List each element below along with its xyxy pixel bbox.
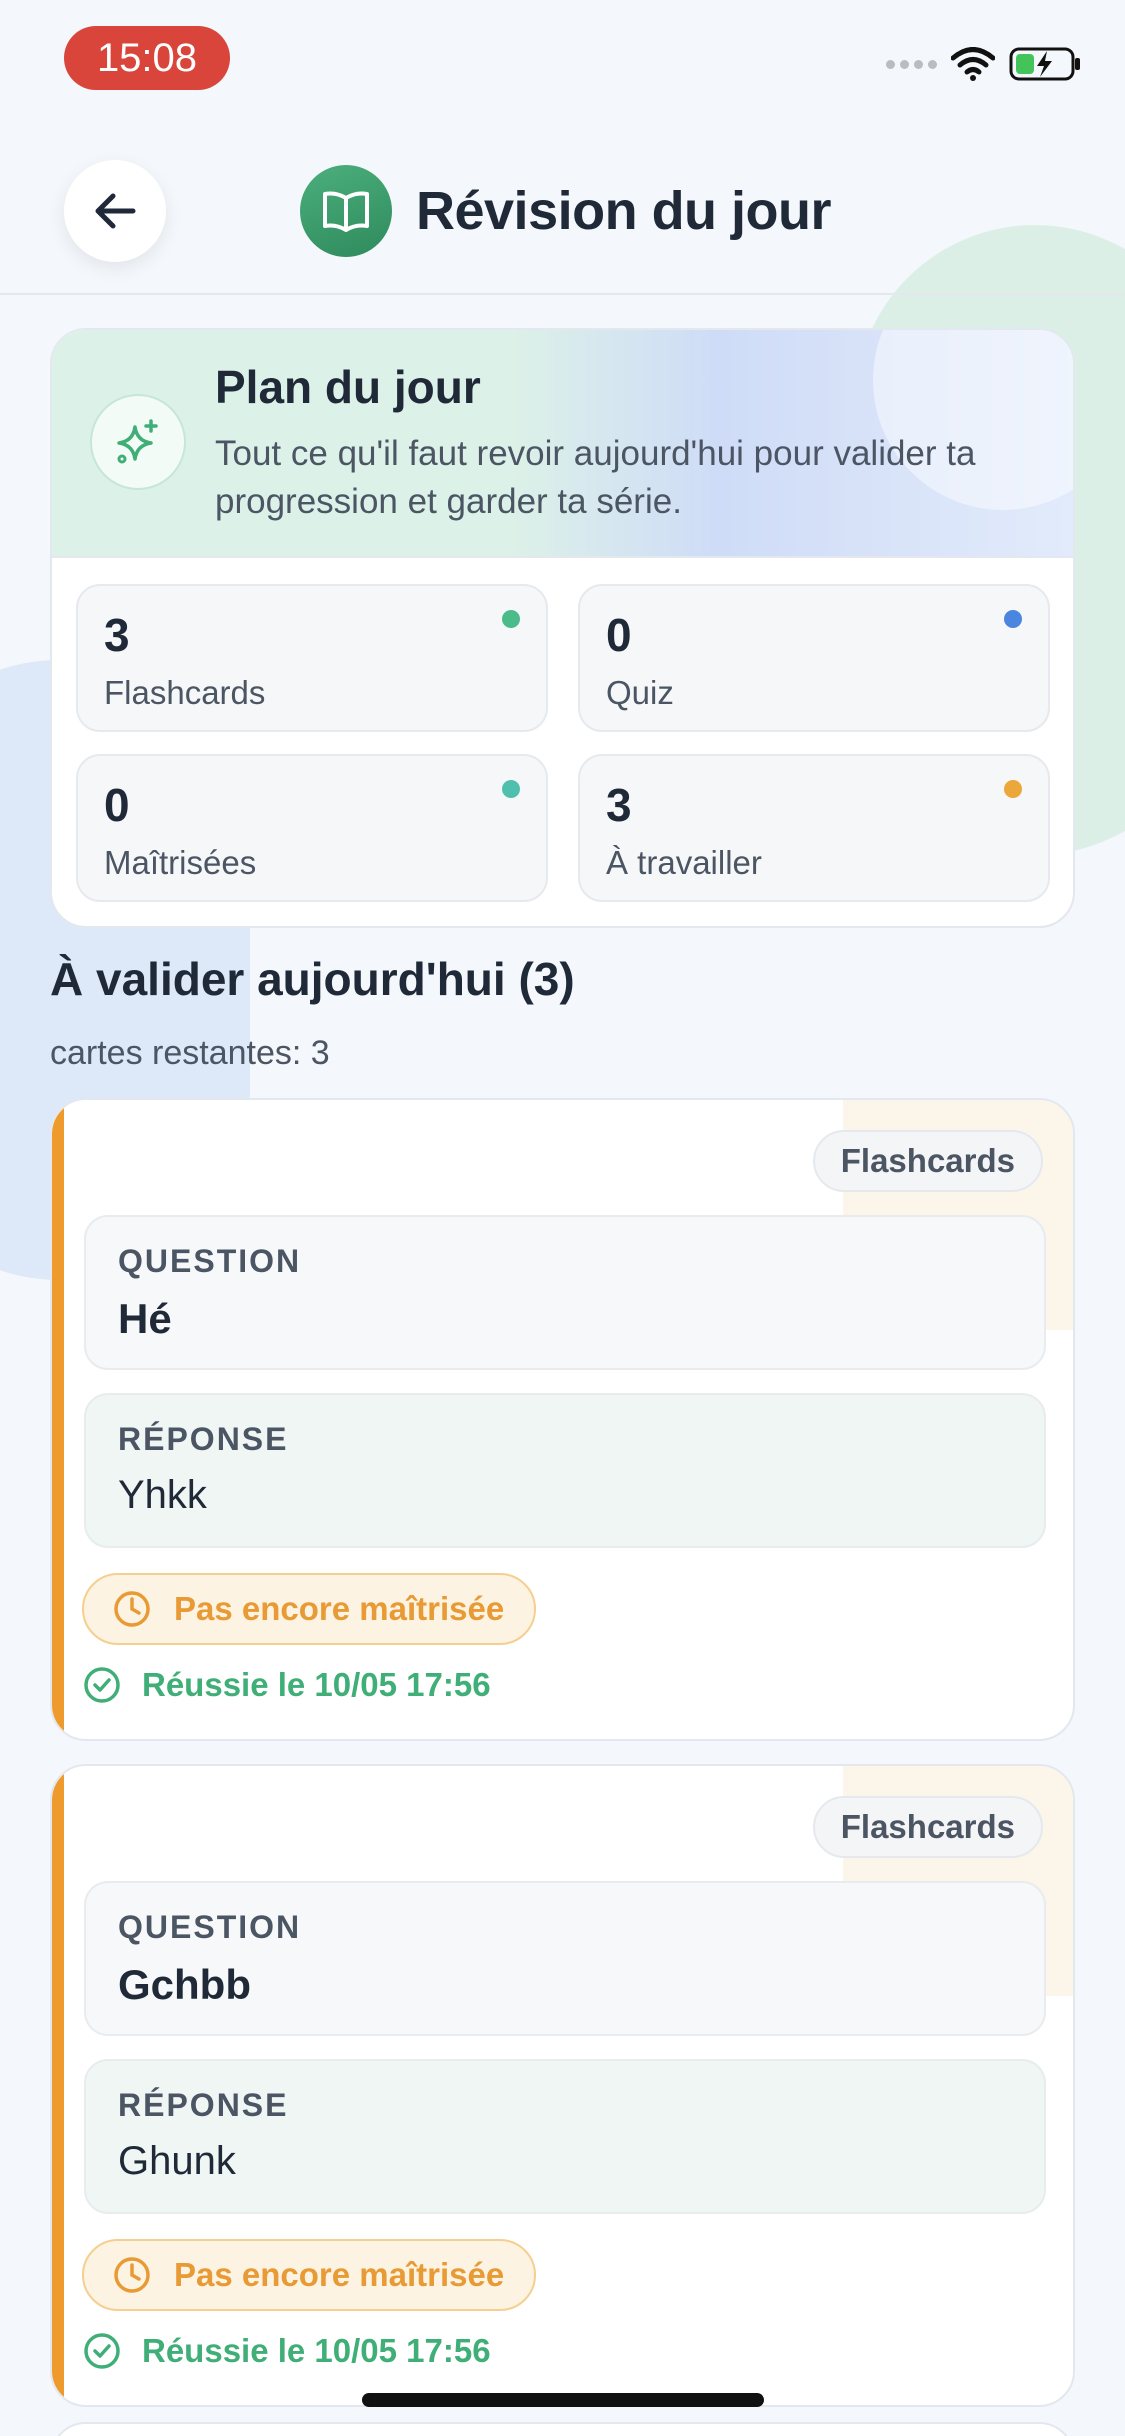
card-accent-bar — [52, 1766, 64, 2405]
question-box: QUESTION Gchbb — [84, 1881, 1046, 2036]
success-info: Réussie le 10/05 17:56 — [82, 2331, 491, 2371]
clock-icon — [114, 2257, 150, 2293]
header: Révision du jour — [0, 150, 1125, 295]
status-dot — [502, 780, 520, 798]
question-text: Hé — [118, 1295, 172, 1342]
stat-value: 0 — [104, 779, 130, 831]
status-dot — [1004, 780, 1022, 798]
stat-flashcards: 3 Flashcards — [76, 584, 548, 732]
signal-icon — [886, 59, 937, 69]
app-screen: 15:08 Révision du jour Plan du jour Tout… — [0, 0, 1125, 2436]
mastery-status-badge: Pas encore maîtrisée — [82, 2239, 537, 2311]
answer-box: RÉPONSE Yhkk — [84, 1393, 1046, 1548]
status-time: 15:08 — [64, 26, 230, 90]
status-dot — [1004, 610, 1022, 628]
arrow-left-icon — [95, 193, 136, 229]
check-circle-icon — [84, 1667, 120, 1703]
book-icon — [300, 165, 392, 257]
question-text: Gchbb — [118, 1961, 251, 2008]
status-dot — [502, 610, 520, 628]
type-badge: Flashcards — [812, 1796, 1043, 1858]
status-icons — [886, 46, 1083, 82]
battery-icon — [1009, 47, 1080, 81]
answer-label: RÉPONSE — [118, 1421, 289, 1457]
mastery-status-text: Pas encore maîtrisée — [174, 2256, 505, 2293]
mastery-status-badge: Pas encore maîtrisée — [82, 1573, 537, 1645]
plan-description: Tout ce qu'il faut revoir aujourd'hui po… — [215, 434, 976, 521]
answer-text: Yhkk — [118, 1473, 207, 1517]
success-text: Réussie le 10/05 17:56 — [142, 2332, 491, 2369]
section-title: À valider aujourd'hui (3) — [50, 953, 575, 1005]
review-card[interactable]: Flashcards QUESTION Hé RÉPONSE Yhkk Pas … — [50, 1098, 1075, 1741]
answer-label: RÉPONSE — [118, 2087, 289, 2123]
stat-value: 3 — [606, 779, 632, 831]
stat-label: Maîtrisées — [104, 844, 257, 881]
mastery-status-text: Pas encore maîtrisée — [174, 1590, 505, 1627]
question-box: QUESTION Hé — [84, 1215, 1046, 1370]
stat-quiz: 0 Quiz — [578, 584, 1050, 732]
review-card-partial — [50, 2422, 1075, 2436]
stat-label: Quiz — [606, 674, 674, 711]
clock-icon — [114, 1591, 150, 1627]
page-title: Révision du jour — [416, 181, 832, 241]
question-label: QUESTION — [118, 1243, 302, 1279]
back-button[interactable] — [64, 160, 166, 262]
stat-to-work: 3 À travailler — [578, 754, 1050, 902]
answer-text: Ghunk — [118, 2139, 236, 2183]
wifi-icon — [951, 47, 995, 81]
stat-label: Flashcards — [104, 674, 266, 711]
stat-mastered: 0 Maîtrisées — [76, 754, 548, 902]
question-label: QUESTION — [118, 1909, 302, 1945]
plan-header: Plan du jour Tout ce qu'il faut revoir a… — [52, 330, 1073, 558]
success-text: Réussie le 10/05 17:56 — [142, 1666, 491, 1703]
header-title-group: Révision du jour — [300, 165, 832, 257]
home-indicator[interactable] — [362, 2393, 764, 2407]
card-accent-bar — [52, 1100, 64, 1739]
stat-value: 0 — [606, 609, 632, 661]
stat-label: À travailler — [606, 844, 762, 881]
success-info: Réussie le 10/05 17:56 — [82, 1665, 491, 1705]
review-card[interactable]: Flashcards QUESTION Gchbb RÉPONSE Ghunk … — [50, 1764, 1075, 2407]
stat-value: 3 — [104, 609, 130, 661]
sparkles-icon — [90, 394, 186, 490]
answer-box: RÉPONSE Ghunk — [84, 2059, 1046, 2214]
daily-plan-card: Plan du jour Tout ce qu'il faut revoir a… — [50, 328, 1075, 928]
type-badge: Flashcards — [812, 1130, 1043, 1192]
plan-title: Plan du jour — [215, 361, 481, 413]
section-subtitle: cartes restantes: 3 — [50, 1034, 330, 1072]
check-circle-icon — [84, 2333, 120, 2369]
